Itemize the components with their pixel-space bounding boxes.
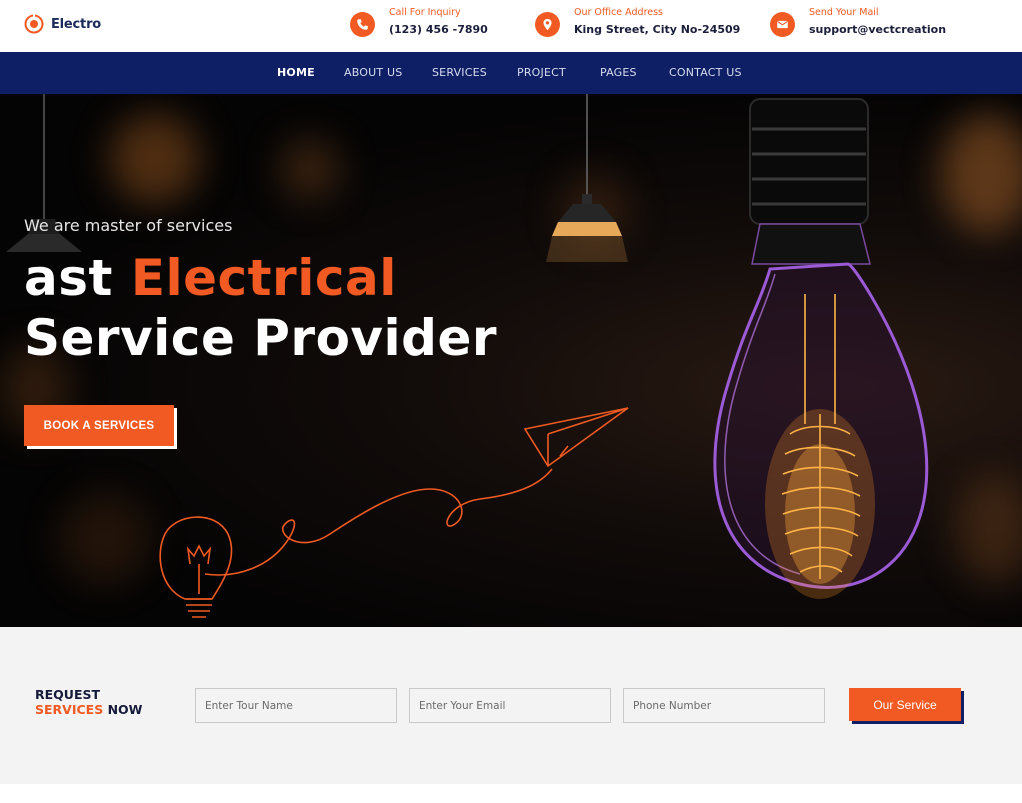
contact-label: Send Your Mail (809, 7, 879, 18)
request-title: REQUEST SERVICES NOW (35, 687, 142, 717)
email-input[interactable] (409, 688, 611, 723)
our-service-button[interactable]: Our Service (849, 688, 961, 721)
hero-subtitle: We are master of services (24, 216, 233, 235)
request-title-accent: SERVICES (35, 702, 104, 717)
page-bottom-strip (0, 784, 1022, 803)
phone-icon (350, 12, 375, 37)
request-service-section: REQUEST SERVICES NOW Our Service (0, 627, 1022, 784)
hero-title-plain: ast (24, 249, 131, 307)
contact-value[interactable]: (123) 456 -7890 (389, 19, 488, 41)
logo-icon (24, 14, 44, 34)
contact-phone: Call For Inquiry (123) 456 -7890 (350, 7, 488, 41)
contact-value[interactable]: support@vectcreation (809, 19, 946, 41)
hanging-lamp-center-icon (546, 94, 628, 262)
request-title-rest: NOW (103, 702, 143, 717)
nav-item-services[interactable]: SERVICES (432, 66, 487, 79)
brand-name: Electro (51, 16, 102, 32)
hero-title: ast Electrical Service Provider (24, 248, 497, 368)
main-navigation: HOME ABOUT US SERVICES PROJECT PAGES CON… (0, 52, 1022, 94)
hero-banner: We are master of services ast Electrical… (0, 94, 1022, 627)
contact-label: Call For Inquiry (389, 7, 461, 18)
nav-item-about-us[interactable]: ABOUT US (344, 66, 402, 79)
mail-icon (770, 12, 795, 37)
book-a-service-button[interactable]: BOOK A SERVICES (24, 405, 174, 446)
phone-input[interactable] (623, 688, 825, 723)
name-input[interactable] (195, 688, 397, 723)
contact-value: King Street, City No-24509 (574, 23, 741, 36)
contact-address: Our Office Address King Street, City No-… (535, 7, 740, 41)
hero-title-accent: Electrical (130, 249, 397, 307)
nav-item-contact-us[interactable]: CONTACT US (669, 66, 742, 79)
location-pin-icon (535, 12, 560, 37)
hero-title-line-2: Service Provider (24, 309, 498, 367)
nav-item-project[interactable]: PROJECT (517, 66, 566, 79)
edison-bulb-icon (713, 98, 929, 599)
contact-label: Our Office Address (574, 7, 664, 18)
nav-item-home[interactable]: HOME (277, 66, 315, 79)
top-contact-bar: Electro Call For Inquiry (123) 456 -7890… (0, 0, 1022, 52)
hero-title-line-1: ast Electrical (24, 248, 497, 308)
nav-item-pages[interactable]: PAGES (600, 66, 637, 79)
paper-plane-doodle-icon (159, 407, 629, 618)
request-title-line-1: REQUEST (35, 687, 101, 702)
brand-logo[interactable]: Electro (24, 14, 101, 34)
contact-mail: Send Your Mail support@vectcreation (770, 7, 946, 41)
